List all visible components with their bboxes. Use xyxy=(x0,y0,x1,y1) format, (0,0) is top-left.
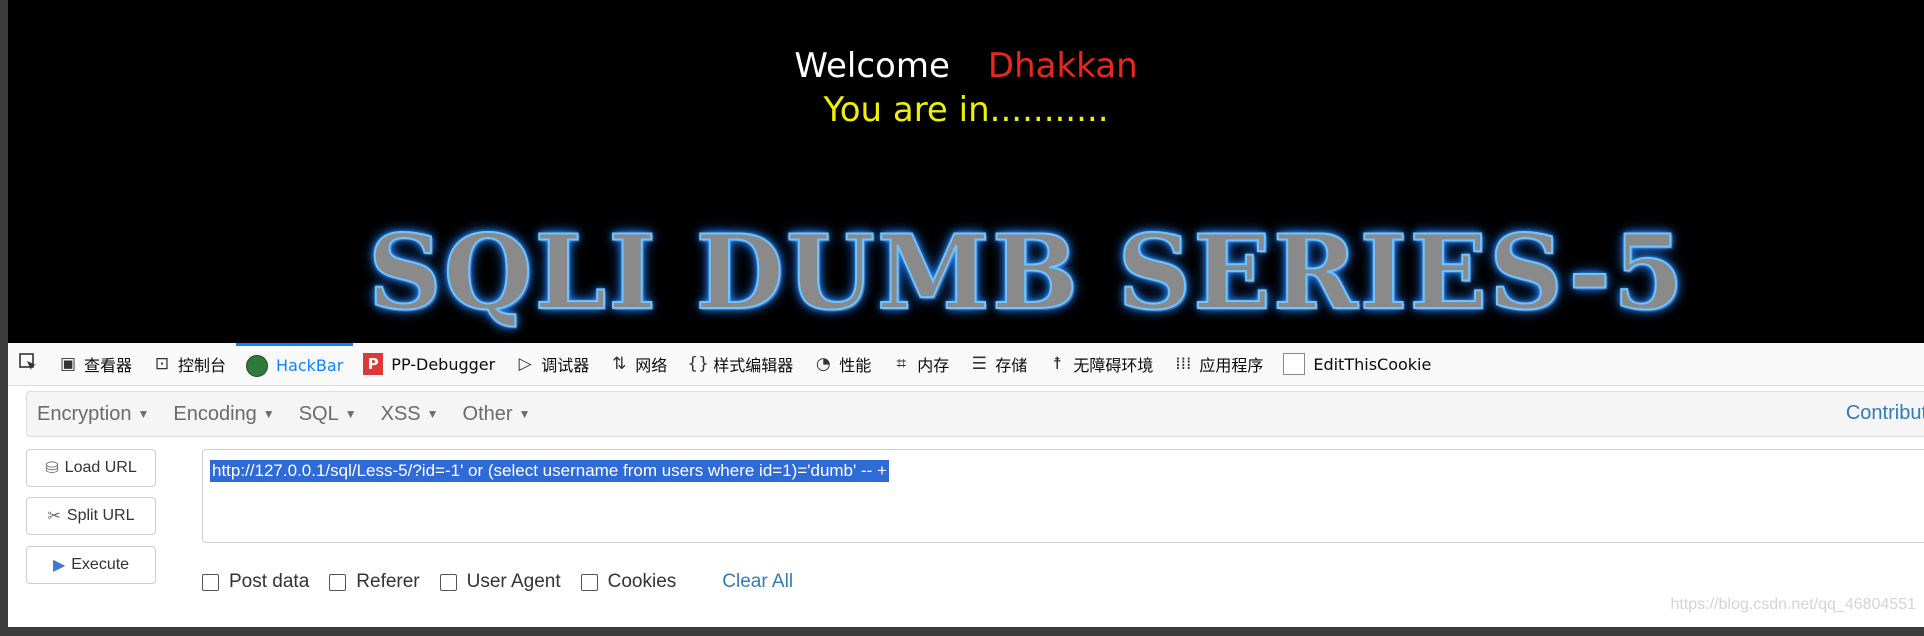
tab-style-editor[interactable]: {} 样式编辑器 xyxy=(677,343,803,385)
split-url-button[interactable]: ✂ Split URL xyxy=(26,497,156,535)
tab-storage[interactable]: ☰ 存储 xyxy=(959,343,1037,385)
url-textarea[interactable]: http://127.0.0.1/sql/Less-5/?id=-1' or (… xyxy=(202,449,1924,543)
tab-network[interactable]: ⇅ 网络 xyxy=(599,343,677,385)
console-icon: ⊡ xyxy=(154,354,170,374)
menu-encryption[interactable]: Encryption ▼ xyxy=(27,403,163,426)
tab-performance[interactable]: ◔ 性能 xyxy=(803,343,881,385)
picker-icon xyxy=(18,352,38,376)
contribute-link[interactable]: Contribut xyxy=(1846,402,1924,425)
options-row: Post data Referer User Agent Cookies Cle… xyxy=(202,567,793,597)
user-name: Dhakkan xyxy=(987,46,1138,86)
menu-other[interactable]: Other ▼ xyxy=(453,403,545,426)
login-status: You are in........... xyxy=(823,90,1109,130)
performance-icon: ◔ xyxy=(815,354,831,374)
load-url-button[interactable]: ⛁ Load URL xyxy=(26,449,156,487)
user-agent-checkbox[interactable]: User Agent xyxy=(439,571,561,593)
caret-down-icon: ▼ xyxy=(137,407,150,422)
application-icon: ⁞⁞⁞ xyxy=(1175,354,1192,374)
memory-icon: ⌗ xyxy=(896,354,907,374)
welcome-line: Welcome Dhakkan xyxy=(8,46,1924,86)
devtools-panel: ▣ 查看器 ⊡ 控制台 HackBar P PP-Debugger ▷ 调试器 ⇅ 网络 … xyxy=(8,343,1924,627)
devtools-tabbar: ▣ 查看器 ⊡ 控制台 HackBar P PP-Debugger ▷ 调试器 ⇅ 网络 … xyxy=(8,343,1924,386)
cookie-icon xyxy=(1283,353,1306,375)
referer-checkbox[interactable]: Referer xyxy=(329,571,420,593)
inspector-icon: ▣ xyxy=(59,354,77,374)
debugger-icon: ▷ xyxy=(518,354,532,374)
tab-memory[interactable]: ⌗ 内存 xyxy=(881,343,959,385)
tab-pp-debugger[interactable]: P PP-Debugger xyxy=(353,343,505,385)
load-icon: ⛁ xyxy=(45,460,59,477)
menu-sql[interactable]: SQL ▼ xyxy=(289,403,371,426)
tab-application[interactable]: ⁞⁞⁞ 应用程序 xyxy=(1163,343,1273,385)
caret-down-icon: ▼ xyxy=(344,407,357,422)
caret-down-icon: ▼ xyxy=(262,407,275,422)
tab-debugger[interactable]: ▷ 调试器 xyxy=(505,343,599,385)
tab-editthiscookie[interactable]: EditThisCookie xyxy=(1273,343,1441,385)
welcome-text: Welcome xyxy=(794,46,950,86)
tab-inspector[interactable]: ▣ 查看器 xyxy=(48,343,142,385)
url-text: http://127.0.0.1/sql/Less-5/?id=-1' or (… xyxy=(210,460,889,482)
style-editor-icon: {} xyxy=(687,354,709,374)
menu-xss[interactable]: XSS ▼ xyxy=(371,403,453,426)
element-picker-button[interactable] xyxy=(8,343,48,385)
cookies-checkbox[interactable]: Cookies xyxy=(580,571,676,593)
pp-debugger-icon: P xyxy=(363,353,384,375)
clear-all-link[interactable]: Clear All xyxy=(722,571,793,593)
caret-down-icon: ▼ xyxy=(518,407,531,422)
caret-down-icon: ▼ xyxy=(426,407,439,422)
network-icon: ⇅ xyxy=(612,354,627,374)
scissors-icon: ✂ xyxy=(47,508,61,525)
storage-icon: ☰ xyxy=(971,354,987,374)
tab-accessibility[interactable]: ☨ 无障碍环境 xyxy=(1037,343,1163,385)
hackbar-icon xyxy=(246,354,269,377)
accessibility-icon: ☨ xyxy=(1052,354,1062,374)
series-banner: SQLI DUMB SERIES-5 xyxy=(367,213,1686,333)
play-icon: ▶ xyxy=(52,557,66,574)
post-data-checkbox[interactable]: Post data xyxy=(202,571,309,593)
menu-encoding[interactable]: Encoding ▼ xyxy=(163,403,288,426)
web-page: Welcome Dhakkan You are in........... SQL… xyxy=(8,0,1924,343)
hackbar-menubar: Encryption ▼ Encoding ▼ SQL ▼ XSS ▼ Other ▼ C… xyxy=(26,391,1924,437)
watermark: https://blog.csdn.net/qq_46804551 xyxy=(1670,596,1916,613)
execute-button[interactable]: ▶ Execute xyxy=(26,546,156,584)
tab-hackbar[interactable]: HackBar xyxy=(236,343,354,385)
tab-console[interactable]: ⊡ 控制台 xyxy=(142,343,236,385)
